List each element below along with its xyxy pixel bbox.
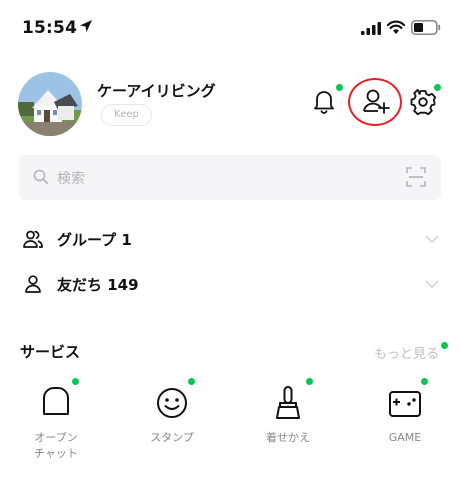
profile-avatar[interactable] <box>18 72 82 136</box>
friends-row[interactable]: 友だち 149 <box>0 262 461 306</box>
wifi-icon <box>387 20 405 34</box>
services-title: サービス <box>20 343 81 361</box>
settings-gear-icon[interactable] <box>409 88 437 116</box>
profile-name[interactable]: ケーアイリビング <box>97 80 216 101</box>
group-icon <box>23 230 43 248</box>
status-time: 15:54 <box>22 18 78 38</box>
game-icon <box>389 391 421 417</box>
open-chat-icon <box>43 387 69 415</box>
chevron-down-icon <box>425 280 439 289</box>
stickers-badge-dot <box>188 378 195 385</box>
status-bar: 15:54 <box>0 0 461 56</box>
friend-icon <box>25 275 41 293</box>
friends-label: 友だち 149 <box>57 276 139 294</box>
service-open-chat[interactable]: オープン チャット <box>6 378 106 468</box>
bell-badge-dot <box>336 84 343 91</box>
open-chat-label: オープン チャット <box>34 431 78 460</box>
location-arrow-icon <box>80 20 92 32</box>
search-placeholder: 検索 <box>57 171 85 187</box>
settings-badge-dot <box>434 84 441 91</box>
notification-bell-icon[interactable] <box>311 88 337 114</box>
search-input[interactable]: 検索 <box>19 155 441 200</box>
cellular-signal-icon <box>361 22 381 35</box>
service-game[interactable]: GAME <box>355 378 455 468</box>
search-icon <box>33 169 49 185</box>
game-label: GAME <box>388 431 422 444</box>
sticker-icon <box>157 388 187 418</box>
open-chat-badge-dot <box>72 378 79 385</box>
add-friend-icon[interactable] <box>361 86 391 116</box>
service-themes[interactable]: 着せかえ <box>238 378 338 468</box>
service-stickers[interactable]: スタンプ <box>122 378 222 468</box>
see-more-link[interactable]: もっと見る <box>374 343 439 362</box>
groups-label: グループ 1 <box>57 231 132 249</box>
house-photo-icon <box>18 72 82 136</box>
keep-button[interactable]: Keep <box>101 104 152 126</box>
game-badge-dot <box>421 378 428 385</box>
qr-scan-icon[interactable] <box>405 166 427 188</box>
battery-icon <box>411 20 441 35</box>
themes-badge-dot <box>306 378 313 385</box>
stickers-label: スタンプ <box>150 431 194 444</box>
chevron-down-icon <box>425 235 439 244</box>
groups-row[interactable]: グループ 1 <box>0 217 461 261</box>
see-more-badge-dot <box>441 342 448 349</box>
themes-label: 着せかえ <box>266 431 310 444</box>
theme-icon <box>276 386 300 419</box>
